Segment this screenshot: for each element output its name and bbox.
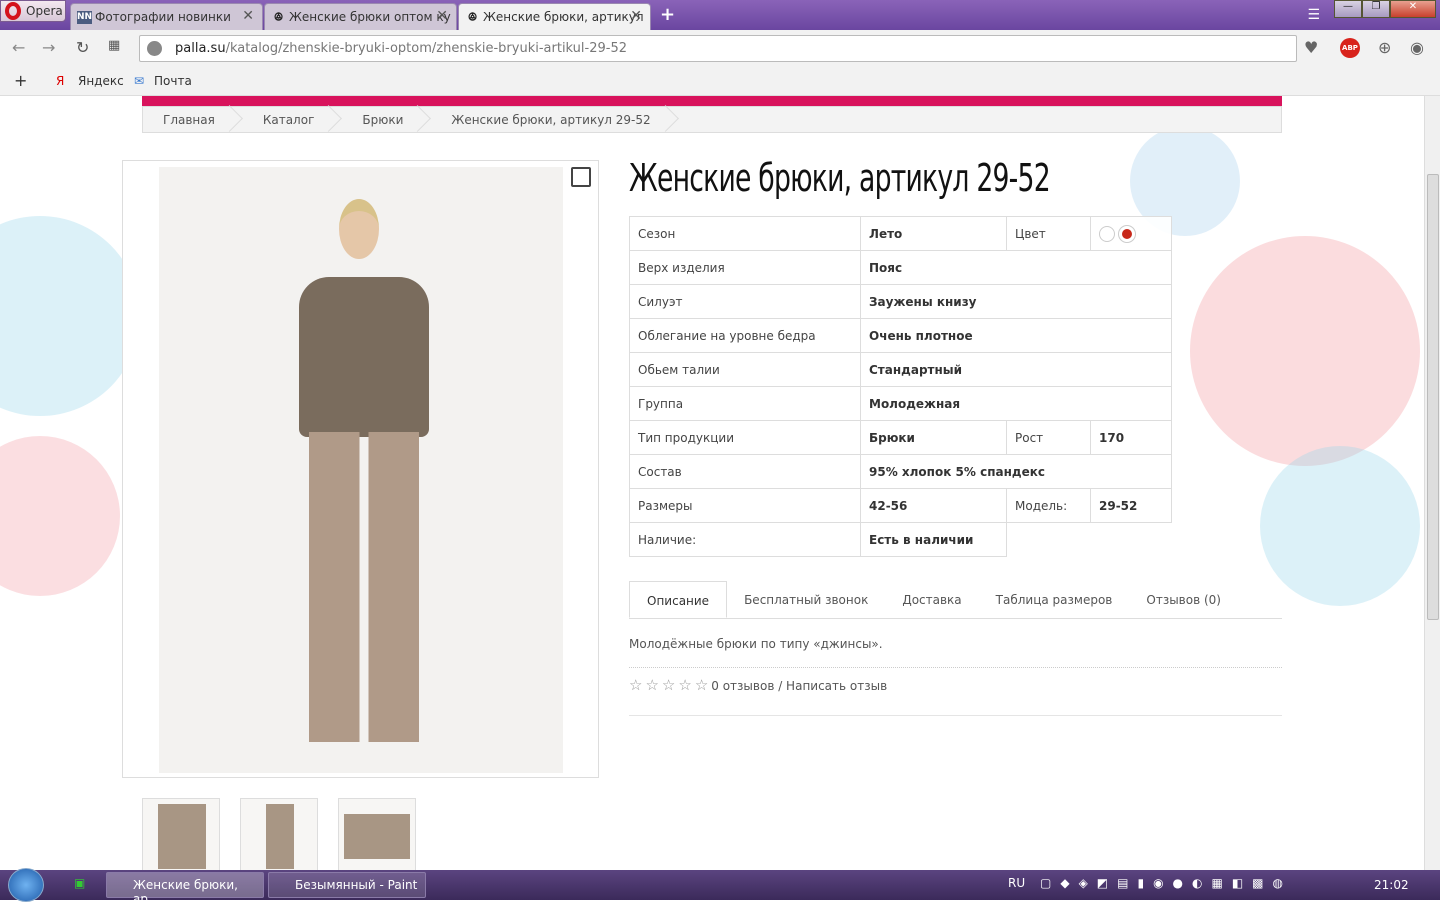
adblock-icon[interactable]: ABP	[1340, 38, 1360, 58]
star-icon[interactable]: ☆	[629, 676, 642, 694]
product-photo[interactable]	[159, 167, 563, 773]
language-indicator[interactable]: RU	[1008, 876, 1025, 890]
product-properties-table: Сезон Лето Цвет Верх изделия Пояс Силуэт Зау…	[629, 216, 1172, 557]
color-swatch-red[interactable]	[1119, 225, 1135, 242]
page-title: Женские брюки, артикул 29-52	[629, 156, 1051, 200]
scrollbar[interactable]	[1424, 96, 1440, 870]
thumbnail[interactable]	[338, 798, 416, 870]
rating-row: ☆ ☆ ☆ ☆ ☆ 0 отзывов / Написать отзыв	[629, 676, 887, 694]
breadcrumb-current: Женские брюки, артикул 29-52	[431, 107, 678, 132]
page-content: Главная Каталог Брюки Женские брюки, арт…	[0, 96, 1424, 870]
tab-size-table[interactable]: Таблица размеров	[979, 581, 1130, 618]
table-row: Наличие: Есть в наличии	[629, 522, 1172, 557]
add-bookmark-icon[interactable]: +	[14, 71, 27, 90]
browser-tab[interactable]: NN Фотографии новинки ✕	[70, 3, 263, 30]
bookmark-mail[interactable]: Почта	[154, 74, 192, 88]
write-review-link[interactable]: 0 отзывов / Написать отзыв	[711, 679, 887, 693]
breadcrumb-link[interactable]: Брюки	[342, 107, 431, 132]
table-row: Облегание на уровне бедра Очень плотное	[629, 318, 1172, 353]
tab-free-call[interactable]: Бесплатный звонок	[727, 581, 885, 618]
close-tab-icon[interactable]: ✕	[242, 8, 254, 24]
product-description: Молодёжные брюки по типу «джинсы».	[629, 637, 883, 651]
tab-description[interactable]: Описание	[629, 581, 728, 618]
taskbar-item-opera[interactable]: Женские брюки, ар...	[106, 872, 264, 906]
color-swatch-white[interactable]	[1099, 225, 1115, 242]
download-icon[interactable]: ⊕	[1378, 38, 1391, 57]
tab-menu-icon[interactable]: ☰	[1307, 7, 1320, 23]
breadcrumb-link[interactable]: Главная	[143, 107, 243, 132]
nn-icon: NN	[77, 11, 93, 24]
site-favicon-icon: ꔮ	[273, 10, 284, 24]
site-favicon-icon: ꔮ	[467, 10, 478, 24]
address-input[interactable]: palla.su/katalog/zhenskie-bryuki-optom/z…	[139, 35, 1297, 62]
scrollbar-thumb[interactable]	[1427, 174, 1439, 620]
new-tab-button[interactable]: +	[660, 4, 675, 25]
account-icon[interactable]: ◉	[1410, 38, 1424, 57]
speed-dial-icon[interactable]: ▦	[108, 38, 120, 53]
close-tab-icon[interactable]: ✕	[630, 8, 642, 24]
table-row: Тип продукции Брюки Рост 170	[629, 420, 1172, 455]
browser-tab[interactable]: ꔮ Женские брюки оптом ку ✕	[264, 3, 457, 30]
close-tab-icon[interactable]: ✕	[436, 8, 448, 24]
start-button[interactable]	[8, 868, 44, 902]
tray-icons[interactable]: ▢◆◈◩▤▮◉●◐▦◧▩◍	[1040, 876, 1292, 890]
header-accent-bar	[142, 96, 1282, 106]
table-row: Верх изделия Пояс	[629, 250, 1172, 285]
reload-icon[interactable]: ↻	[76, 38, 89, 57]
address-toolbar: ← → ↻ ▦ palla.su/katalog/zhenskie-bryuki…	[0, 30, 1440, 66]
maximize-button[interactable]: ❐	[1362, 0, 1390, 18]
taskbar: ▣ Женские брюки, ар... Безымянный - Pain…	[0, 868, 1440, 906]
forward-icon[interactable]: →	[42, 38, 55, 57]
back-icon[interactable]: ←	[12, 38, 25, 57]
table-row: Обьем талии Стандартный	[629, 352, 1172, 387]
opera-menu-button[interactable]: Opera	[0, 0, 66, 22]
mail-icon: ✉	[134, 74, 145, 88]
table-row: Сезон Лето Цвет	[629, 216, 1172, 251]
browser-tab-active[interactable]: ꔮ Женские брюки, артикул ✕	[458, 3, 651, 30]
heart-icon[interactable]: ♥	[1304, 38, 1318, 57]
tab-reviews[interactable]: Отзывов (0)	[1129, 581, 1238, 618]
tab-delivery[interactable]: Доставка	[885, 581, 978, 618]
globe-icon	[147, 41, 162, 56]
product-image-box[interactable]	[122, 160, 599, 778]
tab-bar: Opera NN Фотографии новинки ✕ ꔮ Женские брю…	[0, 0, 1440, 30]
star-icon[interactable]: ☆	[645, 676, 658, 694]
opera-logo-icon	[5, 2, 21, 20]
clock[interactable]: 21:02	[1374, 878, 1409, 892]
product-tabs: Описание Бесплатный звонок Доставка Табл…	[629, 581, 1282, 619]
star-icon[interactable]: ☆	[662, 676, 675, 694]
star-icon[interactable]: ☆	[678, 676, 691, 694]
table-row: Состав 95% хлопок 5% спандекс	[629, 454, 1172, 489]
thumbnail[interactable]	[142, 798, 220, 870]
excel-icon[interactable]: ▣	[74, 876, 85, 890]
table-row: Размеры 42-56 Модель: 29-52	[629, 488, 1172, 523]
close-window-button[interactable]: ✕	[1390, 0, 1436, 18]
yandex-icon: Я	[56, 74, 65, 88]
breadcrumb-link[interactable]: Каталог	[243, 107, 343, 132]
bookmark-yandex[interactable]: Яндекс	[78, 74, 124, 88]
table-row: Группа Молодежная	[629, 386, 1172, 421]
star-icon[interactable]: ☆	[695, 676, 708, 694]
table-row: Силуэт Заужены книзу	[629, 284, 1172, 319]
thumbnail[interactable]	[240, 798, 318, 870]
save-icon[interactable]	[571, 167, 591, 187]
taskbar-item-paint[interactable]: Безымянный - Paint	[268, 872, 426, 898]
bookmarks-bar: + Я Яндекс ✉ Почта	[0, 66, 1440, 96]
breadcrumb: Главная Каталог Брюки Женские брюки, арт…	[142, 106, 1282, 133]
minimize-button[interactable]: —	[1334, 0, 1362, 18]
